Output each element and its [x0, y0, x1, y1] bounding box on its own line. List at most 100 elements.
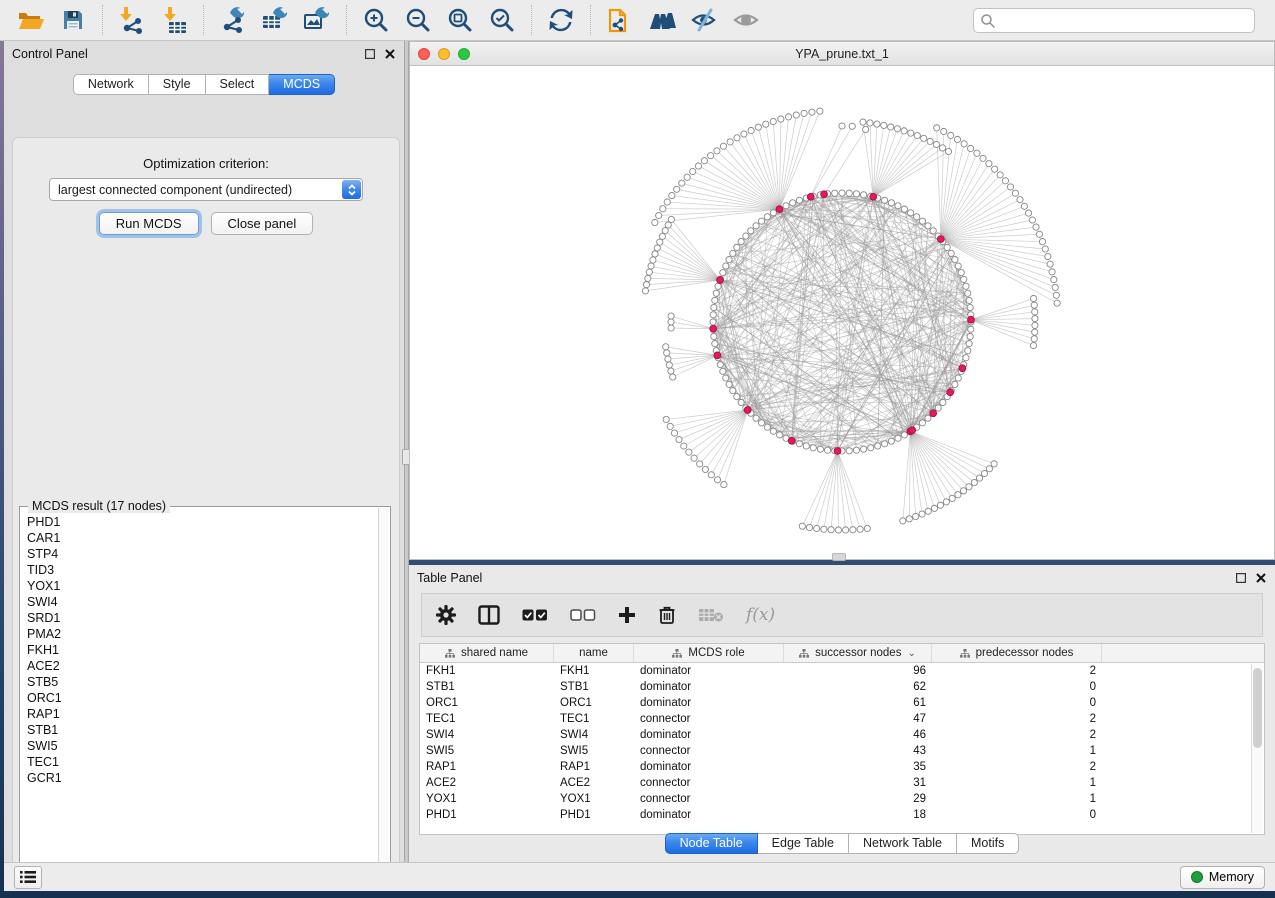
table-cell: 2: [932, 729, 1102, 741]
control-panel: Control Panel NetworkStyleSelectMCDS Opt…: [4, 41, 404, 862]
network-canvas[interactable]: [410, 66, 1274, 559]
zoom-selected-icon[interactable]: [485, 4, 519, 36]
mcds-result-item[interactable]: STB5: [27, 674, 378, 690]
node-table-scrollbar[interactable]: [1251, 664, 1263, 833]
split-columns-icon[interactable]: [478, 605, 500, 625]
table-row[interactable]: SWI5SWI5connector431: [420, 743, 1264, 759]
delete-column-icon[interactable]: [658, 605, 676, 625]
horizontal-splitter-handle[interactable]: [832, 553, 846, 561]
column-header-MCDS-role[interactable]: MCDS role: [634, 644, 784, 662]
network-window-titlebar[interactable]: YPA_prune.txt_1: [410, 42, 1274, 66]
import-table-icon[interactable]: [157, 4, 191, 36]
close-panel-icon[interactable]: [384, 48, 396, 60]
mcds-result-item[interactable]: YOX1: [27, 578, 378, 594]
mcds-result-list[interactable]: PHD1CAR1STP4TID3YOX1SWI4SRD1PMA2FKH1ACE2…: [21, 510, 378, 876]
toolbar-separator: [102, 5, 103, 35]
mcds-result-item[interactable]: ACE2: [27, 658, 378, 674]
table-cell: 1: [932, 745, 1102, 757]
table-cell: 29: [784, 793, 932, 805]
column-header-label: successor nodes: [815, 647, 901, 659]
deselect-all-checkboxes-icon[interactable]: [570, 608, 596, 622]
mcds-result-item[interactable]: RAP1: [27, 706, 378, 722]
mcds-result-item[interactable]: PMA2: [27, 626, 378, 642]
table-cell: 96: [784, 665, 932, 677]
tab-motifs[interactable]: Motifs: [957, 833, 1019, 854]
import-network-icon[interactable]: [115, 4, 149, 36]
table-cell: RAP1: [554, 761, 634, 773]
mcds-result-item[interactable]: SRD1: [27, 610, 378, 626]
mcds-result-item[interactable]: STP4: [27, 546, 378, 562]
table-row[interactable]: FKH1FKH1dominator962: [420, 663, 1264, 679]
tab-mcds[interactable]: MCDS: [269, 74, 335, 95]
table-row[interactable]: RAP1RAP1dominator352: [420, 759, 1264, 775]
select-all-checkboxes-icon[interactable]: [522, 608, 548, 622]
table-row[interactable]: STB1STB1dominator620: [420, 679, 1264, 695]
table-cell: 47: [784, 713, 932, 725]
gear-icon[interactable]: [436, 605, 456, 625]
mcds-result-item[interactable]: ORC1: [27, 690, 378, 706]
table-panel-title: Table Panel: [417, 571, 482, 585]
table-row[interactable]: PHD1PHD1dominator180: [420, 807, 1264, 823]
mcds-list-scrollbar[interactable]: [378, 508, 389, 876]
column-header-shared-name[interactable]: shared name: [420, 644, 554, 662]
zoom-fit-icon[interactable]: [443, 4, 477, 36]
mcds-result-item[interactable]: FKH1: [27, 642, 378, 658]
save-icon[interactable]: [56, 4, 90, 36]
add-column-icon[interactable]: [618, 606, 636, 624]
task-history-button[interactable]: [14, 866, 42, 889]
export-image-icon[interactable]: [300, 4, 334, 36]
export-table-icon[interactable]: [258, 4, 292, 36]
table-cell: connector: [634, 793, 784, 805]
tab-network-table[interactable]: Network Table: [849, 833, 957, 854]
mcds-result-item[interactable]: TID3: [27, 562, 378, 578]
refresh-icon[interactable]: [544, 4, 578, 36]
mcds-result-item[interactable]: TEC1: [27, 754, 378, 770]
optimization-criterion-value: largest connected component (undirected): [58, 183, 292, 197]
search-box[interactable]: [973, 8, 1255, 33]
table-cell: YOX1: [554, 793, 634, 805]
mcds-result-item[interactable]: SWI5: [27, 738, 378, 754]
scrollbar-thumb[interactable]: [1253, 668, 1262, 748]
table-row[interactable]: ORC1ORC1dominator610: [420, 695, 1264, 711]
mcds-result-item[interactable]: SWI4: [27, 594, 378, 610]
table-cell: 1: [932, 777, 1102, 789]
tab-select[interactable]: Select: [206, 74, 270, 95]
float-panel-icon[interactable]: [364, 48, 376, 60]
run-mcds-button[interactable]: Run MCDS: [99, 212, 199, 235]
open-folder-icon[interactable]: [14, 4, 48, 36]
mcds-result-item[interactable]: CAR1: [27, 530, 378, 546]
mcds-result-item[interactable]: PHD1: [27, 514, 378, 530]
close-panel-icon[interactable]: [1255, 572, 1267, 584]
zoom-out-icon[interactable]: [401, 4, 435, 36]
zoom-in-icon[interactable]: [359, 4, 393, 36]
column-header-predecessor-nodes[interactable]: predecessor nodes: [932, 644, 1102, 662]
network-graph[interactable]: [410, 66, 1274, 559]
export-network-icon[interactable]: [216, 4, 250, 36]
tab-edge-table[interactable]: Edge Table: [758, 833, 849, 854]
table-cell: YOX1: [420, 793, 554, 805]
tab-node-table[interactable]: Node Table: [665, 833, 758, 854]
optimization-criterion-select[interactable]: largest connected component (undirected): [49, 178, 363, 201]
table-row[interactable]: ACE2ACE2connector311: [420, 775, 1264, 791]
mcds-result-item[interactable]: GCR1: [27, 770, 378, 786]
table-row[interactable]: SWI4SWI4dominator462: [420, 727, 1264, 743]
binoculars-icon[interactable]: [645, 4, 679, 36]
share-document-icon[interactable]: [603, 4, 637, 36]
toolbar-separator: [590, 5, 591, 35]
table-cell: connector: [634, 713, 784, 725]
float-panel-icon[interactable]: [1235, 572, 1247, 584]
show-annotations-icon[interactable]: [729, 4, 763, 36]
table-row[interactable]: TEC1TEC1connector472: [420, 711, 1264, 727]
column-header-name[interactable]: name: [554, 644, 634, 662]
column-header-successor-nodes[interactable]: successor nodes⌄: [784, 644, 932, 662]
search-input[interactable]: [996, 11, 1254, 31]
tab-style[interactable]: Style: [149, 74, 206, 95]
toolbar-separator: [203, 5, 204, 35]
memory-button[interactable]: Memory: [1180, 866, 1265, 889]
tab-network[interactable]: Network: [73, 74, 149, 95]
column-header-label: MCDS role: [688, 647, 744, 659]
table-row[interactable]: YOX1YOX1connector291: [420, 791, 1264, 807]
close-panel-button[interactable]: Close panel: [211, 212, 314, 235]
hide-annotations-icon[interactable]: [687, 4, 721, 36]
mcds-result-item[interactable]: STB1: [27, 722, 378, 738]
